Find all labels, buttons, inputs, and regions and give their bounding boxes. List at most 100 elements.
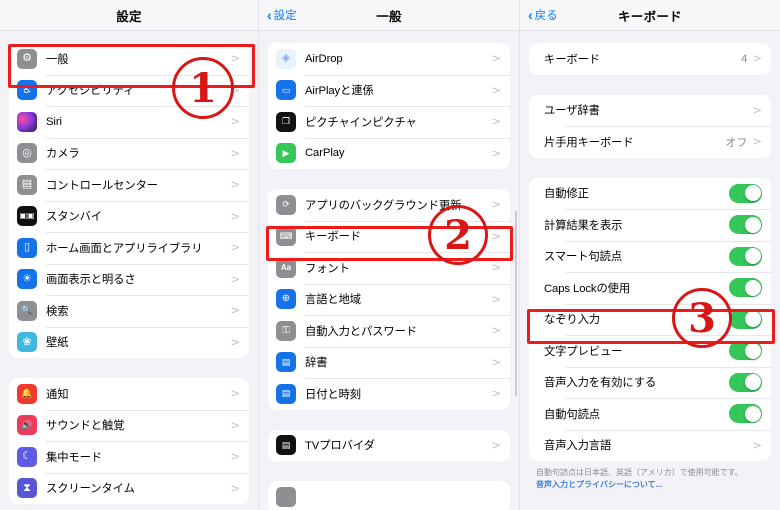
- toggle-slide-to-type[interactable]: [729, 309, 762, 329]
- back-button[interactable]: ‹ 戻る: [528, 7, 558, 23]
- list-item-label: 文字プレビュー: [544, 345, 623, 358]
- list-item-control-center[interactable]: ▤ コントロールセンター >: [9, 169, 249, 201]
- list-item-display-brightness[interactable]: ☀ 画面表示と明るさ >: [9, 263, 249, 295]
- list-item-keyboards[interactable]: キーボード 4 >: [529, 43, 771, 75]
- toggle-auto-punctuation[interactable]: [729, 404, 762, 424]
- list-item-one-handed-keyboard[interactable]: 片手用キーボード オフ >: [529, 126, 771, 158]
- toggle-enable-dictation[interactable]: [729, 372, 762, 392]
- settings-panel: 設定 ⚙ 一般 > ♿ アクセシビリティ > Siri > ◎ カメラ > ▤ …: [0, 0, 258, 510]
- list-item-dictation-languages[interactable]: 音声入力言語 >: [529, 429, 771, 461]
- list-item-font[interactable]: Aa フォント >: [268, 252, 510, 284]
- list-item-label: 言語と地域: [305, 294, 361, 307]
- list-item-notifications[interactable]: 🔔 通知 >: [9, 378, 249, 410]
- toggle-row-show-calculation[interactable]: 計算結果を表示: [529, 209, 771, 241]
- vertical-scrollbar[interactable]: [514, 211, 517, 396]
- list-item-airdrop[interactable]: ◈ AirDrop >: [268, 43, 510, 75]
- list-item-date-time[interactable]: ▤ 日付と時刻 >: [268, 378, 510, 410]
- list-item-label: ユーザ辞書: [544, 105, 600, 118]
- footer-note: 自動句読点は日本語、英語（アメリカ）で使用可能です。 音声入力とプライバシーにつ…: [529, 461, 771, 490]
- privacy-link[interactable]: 音声入力とプライバシーについて...: [536, 479, 764, 491]
- page-title: 一般: [376, 9, 402, 24]
- list-item-value: オフ: [725, 136, 748, 149]
- toggle-row-caps-lock[interactable]: Caps Lockの使用: [529, 272, 771, 304]
- language-region-icon: ⊕: [276, 289, 296, 310]
- list-item-keyboard[interactable]: ⌨ キーボード >: [268, 220, 510, 252]
- keyboard-group-2: ユーザ辞書 > 片手用キーボード オフ >: [529, 94, 771, 158]
- panel3-scroll-body[interactable]: キーボード 4 > ユーザ辞書 > 片手用キーボード オフ > 自動修正 計算結…: [520, 31, 780, 510]
- list-item-sounds-haptics[interactable]: 🔊 サウンドと触覚 >: [9, 409, 249, 441]
- list-item-label: 音声入力言語: [544, 440, 612, 453]
- autofill-password-icon: ⚿: [276, 320, 296, 341]
- panel2-scroll-body[interactable]: ◈ AirDrop > ▭ AirPlayと連係 > ❐ ピクチャインピクチャ …: [259, 31, 519, 510]
- chevron-right-icon: >: [491, 145, 501, 160]
- keyboard-icon: ⌨: [276, 226, 296, 247]
- list-item-label: Siri: [46, 115, 62, 128]
- keyboard-group-3: 自動修正 計算結果を表示 スマート句読点 Caps Lockの使用 なぞり入力: [529, 177, 771, 461]
- list-item-wallpaper[interactable]: ❀ 壁紙 >: [9, 326, 249, 358]
- list-item-dictionary[interactable]: ▤ 辞書 >: [268, 346, 510, 378]
- search-icon: 🔍: [17, 300, 37, 321]
- carplay-icon: ▶: [276, 143, 296, 164]
- toggle-row-enable-dictation[interactable]: 音声入力を有効にする: [529, 366, 771, 398]
- chevron-right-icon: >: [230, 386, 240, 400]
- list-item-app-background-refresh[interactable]: ⟳ アプリのバックグラウンド更新 >: [268, 189, 510, 221]
- toggle-row-character-preview[interactable]: 文字プレビュー: [529, 335, 771, 367]
- app-refresh-icon: ⟳: [276, 194, 296, 215]
- panel2-navbar: ‹ 設定 一般: [259, 0, 519, 31]
- chevron-right-icon: >: [230, 271, 240, 286]
- gear-icon: ⚙: [17, 48, 37, 69]
- list-item-label: Caps Lockの使用: [544, 282, 631, 295]
- toggle-show-calculation[interactable]: [729, 215, 762, 235]
- standby-icon: ▣▣: [17, 206, 37, 227]
- toggle-smart-punctuation[interactable]: [729, 246, 762, 266]
- chevron-right-icon: >: [230, 51, 240, 65]
- settings-group-1: ⚙ 一般 > ♿ アクセシビリティ > Siri > ◎ カメラ > ▤ コント…: [9, 43, 249, 358]
- toggle-row-slide-to-type[interactable]: なぞり入力: [529, 303, 771, 335]
- notification-bell-icon: 🔔: [17, 383, 37, 404]
- list-item-siri[interactable]: Siri >: [9, 106, 249, 138]
- list-item-label: 自動句読点: [544, 408, 600, 421]
- list-item-carplay[interactable]: ▶ CarPlay >: [268, 137, 510, 169]
- chevron-right-icon: >: [230, 114, 240, 128]
- list-item-partial[interactable]: [268, 481, 510, 510]
- list-item-label: 日付と時刻: [305, 388, 361, 401]
- list-item-focus[interactable]: ☾ 集中モード >: [9, 441, 249, 473]
- back-button-settings[interactable]: ‹ 設定: [267, 7, 297, 23]
- list-item-accessibility[interactable]: ♿ アクセシビリティ >: [9, 74, 249, 106]
- toggle-row-auto-punctuation[interactable]: 自動句読点: [529, 398, 771, 430]
- chevron-right-icon: >: [752, 134, 762, 148]
- list-item-user-dictionary[interactable]: ユーザ辞書 >: [529, 94, 771, 126]
- chevron-right-icon: >: [491, 437, 501, 452]
- list-item-home-screen[interactable]: ▯ ホーム画面とアプリライブラリ >: [9, 232, 249, 264]
- toggle-caps-lock[interactable]: [729, 278, 762, 298]
- list-item-autofill-passwords[interactable]: ⚿ 自動入力とパスワード >: [268, 315, 510, 347]
- toggle-row-auto-correction[interactable]: 自動修正: [529, 177, 771, 209]
- list-item-label: 計算結果を表示: [544, 219, 623, 232]
- list-item-camera[interactable]: ◎ カメラ >: [9, 137, 249, 169]
- list-item-standby[interactable]: ▣▣ スタンバイ >: [9, 200, 249, 232]
- chevron-right-icon: >: [491, 114, 501, 128]
- list-item-label: 片手用キーボード: [544, 136, 634, 149]
- siri-icon: [17, 111, 37, 132]
- chevron-right-icon: >: [752, 437, 762, 452]
- list-item-tv-provider[interactable]: ▤ TVプロバイダ >: [268, 429, 510, 461]
- toggle-character-preview[interactable]: [729, 341, 762, 361]
- list-item-picture-in-picture[interactable]: ❐ ピクチャインピクチャ >: [268, 106, 510, 138]
- toggle-auto-correction[interactable]: [729, 183, 762, 203]
- list-item-label: アプリのバックグラウンド更新: [305, 199, 462, 212]
- list-item-label: カメラ: [46, 148, 80, 161]
- list-item-search[interactable]: 🔍 検索 >: [9, 295, 249, 327]
- airdrop-icon: ◈: [276, 48, 296, 69]
- settings-group-2: 🔔 通知 > 🔊 サウンドと触覚 > ☾ 集中モード > ⧗ スクリーンタイム: [9, 378, 249, 504]
- chevron-left-icon: ‹: [267, 6, 272, 23]
- list-item-airplay[interactable]: ▭ AirPlayと連係 >: [268, 74, 510, 106]
- wallpaper-icon: ❀: [17, 332, 37, 353]
- list-item-language-region[interactable]: ⊕ 言語と地域 >: [268, 283, 510, 315]
- panel1-scroll-body[interactable]: ⚙ 一般 > ♿ アクセシビリティ > Siri > ◎ カメラ > ▤ コント…: [0, 31, 258, 510]
- chevron-right-icon: >: [230, 145, 240, 160]
- list-item-screen-time[interactable]: ⧗ スクリーンタイム >: [9, 472, 249, 504]
- list-item-general[interactable]: ⚙ 一般 >: [9, 43, 249, 75]
- toggle-row-smart-punctuation[interactable]: スマート句読点: [529, 240, 771, 272]
- back-button-label: 戻る: [534, 10, 558, 22]
- list-item-label: フォント: [305, 262, 350, 275]
